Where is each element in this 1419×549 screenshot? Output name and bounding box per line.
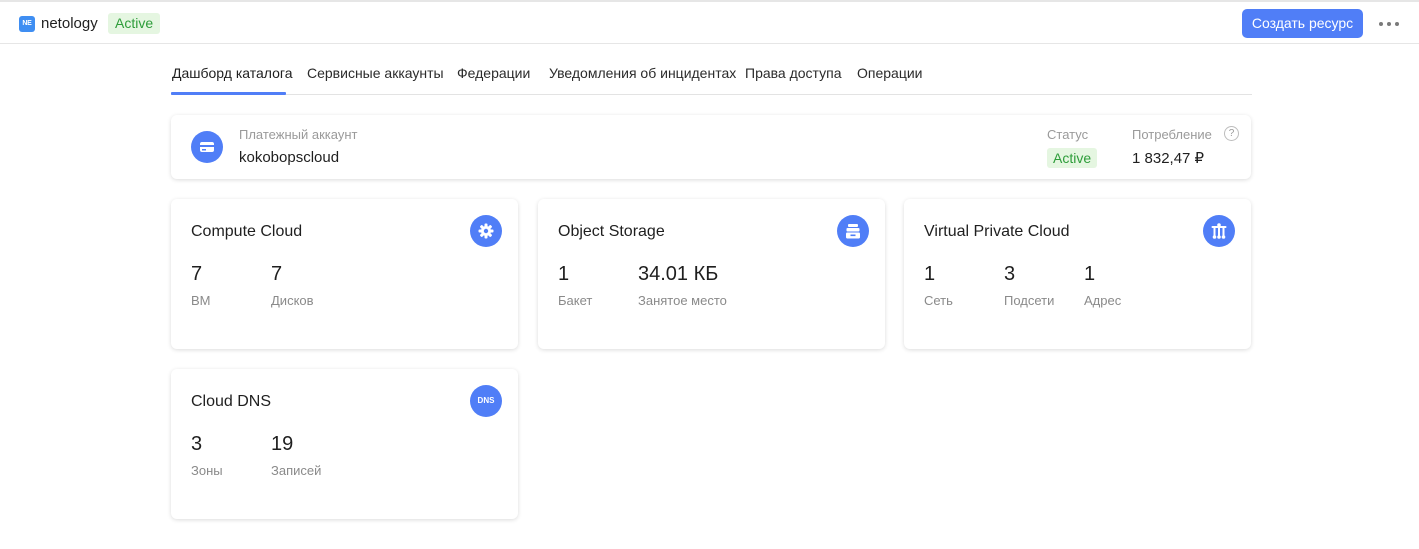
card-title: Cloud DNS bbox=[191, 393, 272, 410]
metric-value: 7 bbox=[271, 263, 283, 285]
metric-used-space: 34.01 КБ Занятое место bbox=[638, 263, 727, 308]
billing-account-label: Платежный аккаунт bbox=[239, 127, 358, 142]
metric-label: Адрес bbox=[1084, 293, 1122, 308]
metric-value: 34.01 КБ bbox=[638, 263, 719, 285]
consumption-label: Потребление bbox=[1132, 127, 1212, 142]
metric-label: Сеть bbox=[924, 293, 953, 308]
billing-account-name[interactable]: kokobopscloud bbox=[239, 149, 339, 166]
folder-logo-icon: NE bbox=[19, 16, 35, 32]
tab-access-rights[interactable]: Права доступа bbox=[745, 65, 841, 81]
object-storage-card[interactable]: Object Storage 1 Бакет 34.01 КБ Занятое … bbox=[538, 199, 885, 349]
metric-records: 19 Записей bbox=[271, 433, 321, 478]
folder-status-badge: Active bbox=[108, 13, 161, 34]
metric-vms: 7 ВМ bbox=[191, 263, 211, 308]
billing-card-icon bbox=[191, 131, 223, 163]
tab-bar: Дашборд каталога Сервисные аккаунты Феде… bbox=[171, 44, 1252, 95]
metric-zones: 3 Зоны bbox=[191, 433, 223, 478]
help-icon[interactable]: ? bbox=[1224, 126, 1239, 141]
folder-name[interactable]: netology bbox=[41, 15, 98, 32]
tab-federations[interactable]: Федерации bbox=[457, 65, 530, 81]
virtual-private-cloud-card[interactable]: Virtual Private Cloud 1 Сеть 3 Подсети 1… bbox=[904, 199, 1251, 349]
card-title: Object Storage bbox=[558, 223, 665, 240]
tab-service-accounts[interactable]: Сервисные аккаунты bbox=[307, 65, 444, 81]
tab-incident-notifications[interactable]: Уведомления об инцидентах bbox=[549, 65, 736, 81]
card-title: Virtual Private Cloud bbox=[924, 223, 1070, 240]
metric-subnets: 3 Подсети bbox=[1004, 263, 1054, 308]
network-icon bbox=[1203, 215, 1235, 247]
storage-icon bbox=[837, 215, 869, 247]
metric-value: 1 bbox=[924, 263, 936, 285]
metric-buckets: 1 Бакет bbox=[558, 263, 592, 308]
more-options-icon[interactable] bbox=[1379, 15, 1399, 33]
metric-value: 1 bbox=[558, 263, 570, 285]
compute-cloud-card[interactable]: Compute Cloud 7 ВМ 7 Дисков bbox=[171, 199, 518, 349]
consumption-value: 1 832,47 ₽ bbox=[1132, 150, 1205, 167]
metric-networks: 1 Сеть bbox=[924, 263, 953, 308]
metric-label: Бакет bbox=[558, 293, 593, 308]
cloud-dns-card[interactable]: Cloud DNS DNS 3 Зоны 19 Записей bbox=[171, 369, 518, 519]
metric-value: 1 bbox=[1084, 263, 1096, 285]
metric-label: Занятое место bbox=[638, 293, 727, 308]
active-tab-indicator bbox=[171, 92, 286, 95]
tab-catalog-dashboard[interactable]: Дашборд каталога bbox=[172, 65, 292, 81]
metric-addresses: 1 Адрес bbox=[1084, 263, 1121, 308]
metric-disks: 7 Дисков bbox=[271, 263, 314, 308]
metric-value: 3 bbox=[191, 433, 203, 455]
tab-operations[interactable]: Операции bbox=[857, 65, 923, 81]
dns-icon-label: DNS bbox=[477, 396, 495, 405]
status-badge: Active bbox=[1047, 148, 1098, 168]
status-label: Статус bbox=[1047, 127, 1089, 142]
create-resource-button[interactable]: Создать ресурс bbox=[1242, 9, 1363, 38]
metric-label: ВМ bbox=[191, 293, 211, 308]
card-title: Compute Cloud bbox=[191, 223, 303, 240]
metric-label: Дисков bbox=[271, 293, 314, 308]
dns-icon: DNS bbox=[470, 385, 502, 417]
metric-label: Зоны bbox=[191, 463, 223, 478]
metric-value: 7 bbox=[191, 263, 203, 285]
metric-label: Подсети bbox=[1004, 293, 1055, 308]
top-bar: NE netology Active Создать ресурс bbox=[0, 0, 1419, 44]
metric-label: Записей bbox=[271, 463, 322, 478]
metric-value: 3 bbox=[1004, 263, 1016, 285]
gear-icon bbox=[470, 215, 502, 247]
metric-value: 19 bbox=[271, 433, 294, 455]
billing-account-card[interactable]: Платежный аккаунт kokobopscloud Статус A… bbox=[171, 115, 1251, 179]
